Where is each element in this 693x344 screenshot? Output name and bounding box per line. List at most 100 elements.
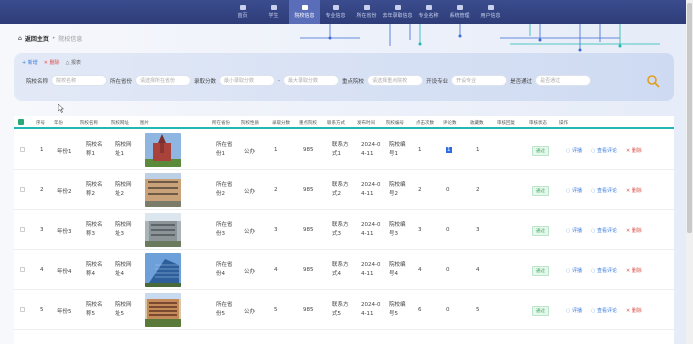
table-row[interactable]: 2 年份2 公办 2 985 2 2 0 院校名 称2 院校网 址2 所在省 份2 联系方 式2 2024-0 4… [14, 170, 674, 210]
evaluate-button[interactable]: ◌ 评播 [566, 267, 582, 274]
nav-item-2[interactable]: 院校信息 [289, 0, 320, 24]
cell-line: 号4 [389, 271, 398, 277]
column-header[interactable]: 所在省份 [212, 120, 230, 126]
view-comments-button[interactable]: ◌ 查看评论 [591, 267, 617, 274]
status-badge: 通过 [532, 306, 549, 316]
row-checkbox[interactable] [20, 267, 25, 272]
table-header: 序号 年份 院校名称 院校网址 图片 所在省份 院校性质 录取分数 重点院校 联系方式 发布时间 院校… [14, 116, 674, 129]
column-header[interactable]: 院校网址 [111, 120, 129, 126]
nav-item-3[interactable]: 专业信息 [320, 0, 351, 24]
row-checkbox[interactable] [20, 147, 25, 152]
row-delete-button[interactable]: ✕ 删除 [626, 227, 642, 234]
cell-prov: 所在省 份2 [216, 181, 233, 199]
nav-item-6[interactable]: 专业名称 [413, 0, 444, 24]
add-button[interactable]: + 新增 [22, 59, 38, 66]
column-header[interactable]: 收藏数 [470, 120, 484, 126]
college-image[interactable] [145, 133, 181, 167]
row-delete-button[interactable]: ✕ 删除 [626, 307, 642, 314]
column-header[interactable]: 审核状态 [529, 120, 547, 126]
delete-button[interactable]: ✕ 删除 [44, 59, 60, 66]
table-row[interactable]: 1 年份1 公办 1 985 1 1 1 院校名 称1 院校网 址1 所在省 份1 联系方 式1 2024-0 4… [14, 130, 674, 170]
home-icon[interactable]: ⌂ [18, 35, 22, 42]
column-header[interactable]: 操作 [559, 120, 568, 126]
cell-line: 院校编 [389, 262, 406, 268]
report-button[interactable]: △ 报表 [66, 59, 81, 66]
cell-line: 址3 [115, 231, 124, 237]
evaluate-button[interactable]: ◌ 评播 [566, 147, 582, 154]
cell-line: 院校网 [115, 262, 132, 268]
column-header[interactable]: 院校名称 [80, 120, 98, 126]
cell-line: 院校编 [389, 142, 406, 148]
row-checkbox[interactable] [20, 227, 25, 232]
table-row[interactable]: 4 年份4 公办 4 985 4 4 0 院校名 称4 院校网 址4 所在省 份4 联系方 式4 2024-0 4… [14, 250, 674, 290]
college-image[interactable] [145, 293, 181, 327]
select-all-checkbox[interactable] [18, 119, 24, 125]
nav-label: 专业名称 [418, 13, 439, 19]
breadcrumb-home[interactable]: 返回主页 [25, 34, 49, 43]
cell-comments: 1 [446, 147, 452, 153]
nav-item-0[interactable]: 首页 [227, 0, 258, 24]
column-header[interactable]: 联系方式 [327, 120, 345, 126]
evaluate-button[interactable]: ◌ 评播 [566, 227, 582, 234]
view-comments-button[interactable]: ◌ 查看评论 [591, 187, 617, 194]
filter-input-3[interactable]: 最大录取分数 [283, 75, 340, 86]
cell-line: 称2 [86, 191, 95, 197]
column-header[interactable]: 序号 [36, 120, 45, 126]
column-header[interactable]: 院校性质 [241, 120, 259, 126]
row-delete-button[interactable]: ✕ 删除 [626, 187, 642, 194]
view-label: 查看评论 [596, 228, 617, 234]
column-header[interactable]: 评论数 [443, 120, 457, 126]
filter-input-6[interactable]: 是否通过 [535, 75, 592, 86]
cell-time: 2024-0 4-11 [361, 221, 380, 239]
filter-input-2[interactable]: 最小录取分数 [219, 75, 276, 86]
filter-input-5[interactable]: 开设专业 [451, 75, 508, 86]
table-row[interactable]: 3 年份3 公办 3 985 3 3 0 院校名 称3 院校网 址3 所在省 份3 联系方 式3 2024-0 4… [14, 210, 674, 250]
row-delete-button[interactable]: ✕ 删除 [626, 267, 642, 274]
college-image[interactable] [145, 173, 181, 207]
cell-line: 联系方 [332, 182, 349, 188]
filter-input-0[interactable]: 院校名称 [51, 75, 108, 86]
row-checkbox[interactable] [20, 187, 25, 192]
column-header[interactable]: 图片 [140, 120, 149, 126]
view-comments-button[interactable]: ◌ 查看评论 [591, 147, 617, 154]
evaluate-button[interactable]: ◌ 评播 [566, 187, 582, 194]
college-image[interactable] [145, 213, 181, 247]
cell-line: 2024-0 [361, 182, 381, 188]
nav-item-7[interactable]: 系统管理 [444, 0, 475, 24]
table-row[interactable]: 5 年份5 公办 5 985 6 5 0 院校名 称5 院校网 址5 所在省 份5 联系方 式5 2024-0 4… [14, 290, 674, 330]
filter-label: 开设专业 [426, 78, 449, 85]
filter-label: 是否通过 [510, 78, 533, 85]
row-delete-button[interactable]: ✕ 删除 [626, 147, 642, 154]
cell-code: 院校编号4 [389, 261, 406, 279]
nav-label: 专业信息 [325, 13, 346, 19]
cell-line: 院校名 [86, 182, 103, 188]
row-checkbox[interactable] [20, 307, 25, 312]
view-label: 查看评论 [596, 268, 617, 274]
cell-comments: 0 [446, 227, 450, 233]
column-header[interactable]: 点击次数 [416, 120, 434, 126]
comments-value: 0 [446, 307, 450, 313]
nav-item-8[interactable]: 用户信息 [475, 0, 506, 24]
filter-input-4[interactable]: 请选择重点院校 [367, 75, 424, 86]
column-header[interactable]: 审核回复 [497, 120, 515, 126]
cell-url: 院校网 址2 [115, 181, 132, 199]
scrollbar-thumb[interactable] [687, 3, 692, 233]
nav-item-1[interactable]: 学生 [258, 0, 289, 24]
cell-idx: 4 [40, 267, 44, 273]
cell-line: 式1 [332, 151, 341, 157]
nav-item-5[interactable]: 去年录取信息 [382, 0, 413, 24]
nav-item-4[interactable]: 所在省份 [351, 0, 382, 24]
column-header[interactable]: 年份 [54, 120, 63, 126]
cell-line: 号2 [389, 191, 398, 197]
column-header[interactable]: 录取分数 [272, 120, 290, 126]
view-comments-button[interactable]: ◌ 查看评论 [591, 307, 617, 314]
filter-input-1[interactable]: 请选择所在省份 [135, 75, 192, 86]
column-header[interactable]: 发布时间 [357, 120, 375, 126]
column-header[interactable]: 院校编号 [386, 120, 404, 126]
view-comments-button[interactable]: ◌ 查看评论 [591, 227, 617, 234]
cell-line: 2024-0 [361, 302, 381, 308]
column-header[interactable]: 重点院校 [299, 120, 317, 126]
evaluate-button[interactable]: ◌ 评播 [566, 307, 582, 314]
search-icon[interactable] [646, 74, 660, 88]
college-image[interactable] [145, 253, 181, 287]
